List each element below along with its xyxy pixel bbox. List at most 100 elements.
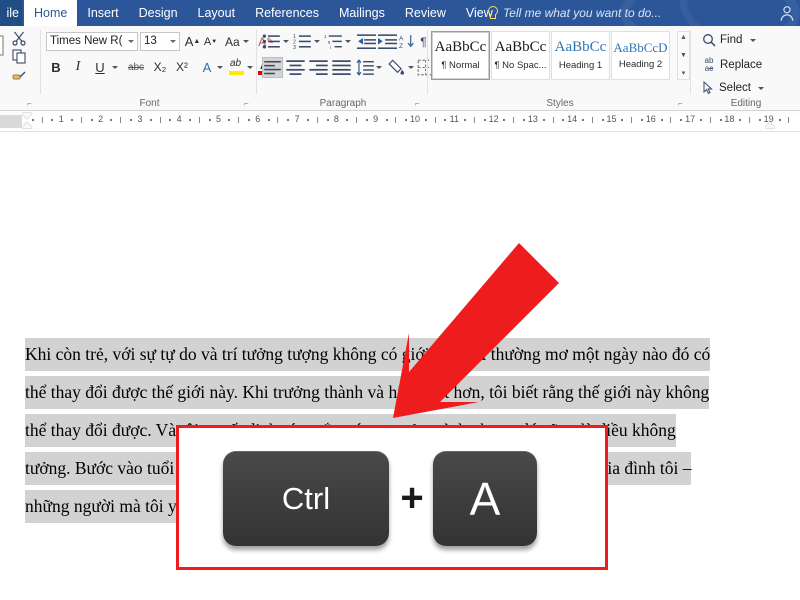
tab-mailings[interactable]: Mailings <box>329 0 395 26</box>
underline-dropdown[interactable] <box>110 57 120 77</box>
tab-home[interactable]: Home <box>24 0 77 26</box>
style-normal[interactable]: AaBbCc ¶ Normal <box>431 31 490 80</box>
subscript-button[interactable]: X₂ <box>150 57 170 77</box>
change-case-button[interactable]: Aa <box>223 32 251 51</box>
ruler-half-tick <box>788 117 789 123</box>
highlight-dropdown[interactable] <box>245 57 254 77</box>
shading-dropdown[interactable] <box>406 57 415 78</box>
scissors-icon[interactable] <box>12 31 27 46</box>
left-indent-marker[interactable] <box>22 122 32 128</box>
ruler-quarter-dot <box>346 119 348 121</box>
decrease-indent-icon[interactable] <box>357 32 376 51</box>
line-spacing-icon[interactable] <box>356 57 375 78</box>
bullet-list-icon[interactable] <box>262 32 281 51</box>
styles-dialog-launcher[interactable]: ⌐ <box>678 99 687 108</box>
ruler-half-tick <box>317 117 318 123</box>
subscript-label: X₂ <box>154 60 167 74</box>
ruler-quarter-dot <box>582 119 584 121</box>
paragraph-dialog-launcher[interactable]: ⌐ <box>415 99 424 108</box>
ruler-number: 7 <box>295 114 300 124</box>
tab-layout[interactable]: Layout <box>188 0 246 26</box>
styles-more-icon[interactable]: ▾ <box>682 69 686 77</box>
ribbon-tabs: Home Insert Design Layout References Mai… <box>24 0 503 26</box>
bold-button[interactable]: B <box>46 57 66 77</box>
svg-text:3: 3 <box>293 45 296 51</box>
tell-me-search[interactable]: Tell me what you want to do... <box>487 0 661 26</box>
ruler-left-margin <box>0 115 22 128</box>
style-heading-2[interactable]: AaBbCcD Heading 2 <box>611 31 670 80</box>
select-button[interactable]: Select <box>702 81 764 95</box>
line-spacing-dropdown[interactable] <box>374 57 383 78</box>
grow-font-button[interactable]: A▲ <box>184 32 201 51</box>
ribbon: te oard ⌐ Times New R( 13 A▲ <box>0 26 800 111</box>
ribbon-group-font: Times New R( 13 A▲ A▼ Aa A ✎ B I U abc X… <box>42 26 257 111</box>
scroll-down-icon[interactable]: ▼ <box>680 52 687 59</box>
numbered-list-icon[interactable]: 1 2 3 <box>293 32 312 51</box>
justify-icon[interactable] <box>331 57 352 78</box>
multilevel-list-icon[interactable]: 1 a i <box>324 32 343 51</box>
key-a[interactable]: A <box>433 451 537 546</box>
key-ctrl[interactable]: Ctrl <box>223 451 389 546</box>
tab-review[interactable]: Review <box>395 0 456 26</box>
replace-button[interactable]: abac Replace <box>702 57 762 73</box>
style-heading-1[interactable]: AaBbCc Heading 1 <box>551 31 610 80</box>
shading-icon[interactable] <box>388 57 407 78</box>
multilevel-dropdown[interactable] <box>343 32 352 51</box>
sort-az-icon[interactable]: A Z <box>399 32 416 51</box>
tell-me-label: Tell me what you want to do... <box>503 6 661 20</box>
find-button[interactable]: Find <box>702 33 756 47</box>
ruler-quarter-dot <box>287 119 289 121</box>
tab-file[interactable]: ile <box>0 0 22 26</box>
doc-line-text: Khi còn trẻ, với sự tự do và trí tưởng t… <box>25 338 710 371</box>
underline-button[interactable]: U <box>90 57 110 77</box>
scroll-up-icon[interactable]: ▲ <box>680 34 687 41</box>
font-size-input[interactable]: 13 <box>140 32 180 51</box>
ruler-number: 5 <box>216 114 221 124</box>
first-line-indent-marker[interactable] <box>22 113 32 119</box>
bullets-dropdown[interactable] <box>281 32 290 51</box>
ruler-number: 17 <box>685 114 695 124</box>
style-no-spacing[interactable]: AaBbCc ¶ No Spac... <box>491 31 550 80</box>
svg-text:Z: Z <box>399 43 403 50</box>
text-effects-dropdown[interactable] <box>215 57 224 77</box>
numbering-dropdown[interactable] <box>312 32 321 51</box>
text-effects-icon[interactable]: A <box>198 57 216 77</box>
chevron-down-icon[interactable] <box>128 40 134 43</box>
styles-scroll-controls[interactable]: ▲ ▼ ▾ <box>677 31 690 80</box>
align-right-icon[interactable] <box>308 57 329 78</box>
chevron-down-icon[interactable] <box>170 40 176 43</box>
clipboard-dialog-launcher[interactable]: ⌐ <box>27 99 36 108</box>
format-painter-icon[interactable] <box>12 67 27 82</box>
increase-indent-icon[interactable] <box>378 32 397 51</box>
italic-label: I <box>76 59 81 75</box>
ruler-quarter-dot <box>425 119 427 121</box>
tab-design[interactable]: Design <box>129 0 188 26</box>
shrink-font-button[interactable]: A▼ <box>202 32 219 51</box>
ruler-half-tick <box>238 117 239 123</box>
copy-icon[interactable] <box>12 49 27 64</box>
find-label: Find <box>720 34 742 46</box>
tab-references[interactable]: References <box>245 0 329 26</box>
ruler-quarter-dot <box>779 119 781 121</box>
font-dialog-launcher[interactable]: ⌐ <box>244 99 253 108</box>
ruler-quarter-dot <box>327 119 329 121</box>
select-label: Select <box>719 82 751 94</box>
tab-insert[interactable]: Insert <box>77 0 128 26</box>
paste-icon[interactable] <box>0 32 8 58</box>
ruler-quarter-dot <box>661 119 663 121</box>
grow-font-label: A <box>185 34 194 49</box>
ruler-half-tick <box>120 117 121 123</box>
ruler-quarter-dot <box>680 119 682 121</box>
superscript-button[interactable]: X² <box>172 57 192 77</box>
account-person-icon[interactable] <box>778 4 796 22</box>
align-left-icon[interactable] <box>262 57 283 78</box>
font-name-input[interactable]: Times New R( <box>46 32 138 51</box>
ruler-quarter-dot <box>130 119 132 121</box>
align-center-icon[interactable] <box>285 57 306 78</box>
highlight-color-icon[interactable]: ab <box>228 57 246 77</box>
ruler-half-tick <box>631 117 632 123</box>
horizontal-ruler[interactable]: 12345678910111213141516171819 <box>0 111 800 132</box>
right-indent-marker[interactable] <box>765 122 775 128</box>
italic-button[interactable]: I <box>68 57 88 77</box>
strikethrough-button[interactable]: abc <box>124 57 148 77</box>
